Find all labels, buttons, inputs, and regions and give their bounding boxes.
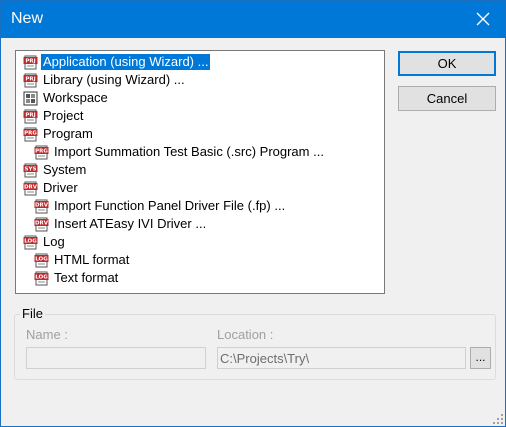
tree-item-label: HTML format bbox=[54, 252, 130, 267]
icon-glyph-text: LOG bbox=[24, 238, 37, 244]
tree-item[interactable]: DRV Driver bbox=[23, 179, 80, 197]
driver-icon: DRV bbox=[23, 181, 38, 195]
new-item-tree[interactable]: PRJ Application (using Wizard) ... PRJ Libr… bbox=[15, 50, 385, 294]
driver-icon: DRV bbox=[34, 217, 49, 231]
icon-glyph-text: LOG bbox=[35, 256, 48, 262]
log-icon: LOG bbox=[34, 271, 49, 285]
name-field[interactable] bbox=[26, 347, 206, 369]
icon-glyph-text: PRJ bbox=[25, 76, 35, 82]
cancel-button[interactable]: Cancel bbox=[398, 86, 496, 111]
tree-item-label: Import Summation Test Basic (.src) Progr… bbox=[54, 144, 324, 159]
icon-glyph-text: DRV bbox=[24, 184, 38, 190]
icon-glyph-text: PRG bbox=[35, 148, 48, 154]
title-bar: New bbox=[0, 0, 506, 38]
resize-grip-icon[interactable] bbox=[492, 413, 504, 425]
tree-item-label: System bbox=[43, 162, 87, 177]
tree-item[interactable]: PRJ Library (using Wizard) ... bbox=[23, 71, 187, 89]
tree-item-label: Project bbox=[43, 108, 84, 123]
tree-item-label: Import Function Panel Driver File (.fp) … bbox=[54, 198, 286, 213]
ok-button[interactable]: OK bbox=[398, 51, 496, 76]
file-group-title: File bbox=[20, 306, 45, 321]
icon-glyph-text: PRJ bbox=[25, 58, 35, 64]
window-title: New bbox=[11, 10, 44, 27]
tree-item[interactable]: LOG Text format bbox=[34, 269, 120, 287]
tree-item-label: Library (using Wizard) ... bbox=[43, 72, 185, 87]
tree-item[interactable]: SYS System bbox=[23, 161, 88, 179]
location-field[interactable]: C:\Projects\Try\ bbox=[217, 347, 466, 369]
browse-button[interactable]: ... bbox=[470, 347, 491, 369]
tree-item[interactable]: PRJ Project bbox=[23, 107, 85, 125]
program-icon: PRG bbox=[23, 127, 38, 141]
tree-item[interactable]: DRV Import Function Panel Driver File (.f… bbox=[34, 197, 287, 215]
tree-item-label: Application (using Wizard) ... bbox=[41, 54, 211, 70]
close-icon[interactable] bbox=[473, 9, 493, 29]
program-icon: PRG bbox=[34, 145, 49, 159]
icon-glyph-text: PRG bbox=[24, 130, 37, 136]
tree-item-label: Log bbox=[43, 234, 65, 249]
workspace-icon bbox=[23, 91, 38, 105]
icon-glyph-text: DRV bbox=[35, 220, 49, 226]
tree-item-label: Workspace bbox=[43, 90, 108, 105]
tree-item-label: Driver bbox=[43, 180, 78, 195]
tree-item[interactable]: DRV Insert ATEasy IVI Driver ... bbox=[34, 215, 208, 233]
system-icon: SYS bbox=[23, 163, 38, 177]
tree-item[interactable]: PRG Import Summation Test Basic (.src) Pr… bbox=[34, 143, 326, 161]
tree-item[interactable]: Workspace bbox=[23, 89, 110, 107]
tree-item[interactable]: LOG Log bbox=[23, 233, 67, 251]
driver-icon: DRV bbox=[34, 199, 49, 213]
log-icon: LOG bbox=[23, 235, 38, 249]
tree-item-label: Text format bbox=[54, 270, 119, 285]
icon-glyph-text: DRV bbox=[35, 202, 49, 208]
project-icon: PRJ bbox=[23, 73, 38, 87]
icon-glyph-text: SYS bbox=[25, 166, 37, 172]
tree-item[interactable]: PRG Program bbox=[23, 125, 95, 143]
icon-glyph-text: PRJ bbox=[25, 112, 35, 118]
name-label: Name : bbox=[26, 327, 68, 342]
tree-item[interactable]: PRJ Application (using Wizard) ... bbox=[23, 53, 211, 71]
icon-glyph-text: LOG bbox=[35, 274, 48, 280]
tree-item-label: Insert ATEasy IVI Driver ... bbox=[54, 216, 207, 231]
project-icon: PRJ bbox=[23, 55, 38, 69]
tree-item[interactable]: LOG HTML format bbox=[34, 251, 131, 269]
project-icon: PRJ bbox=[23, 109, 38, 123]
location-label: Location : bbox=[217, 327, 274, 342]
log-icon: LOG bbox=[34, 253, 49, 267]
tree-item-label: Program bbox=[43, 126, 93, 141]
